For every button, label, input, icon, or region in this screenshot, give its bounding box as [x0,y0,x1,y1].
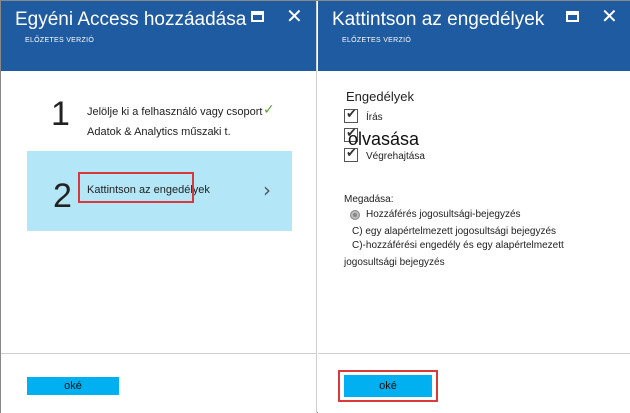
blade-subtitle: ELŐZETES VERZIÓ [25,37,95,44]
checkmark-icon: ✓ [263,101,275,117]
maximize-icon[interactable] [248,7,268,27]
blade-footer: oké [1,353,316,413]
option-access-and-default-cont: jogosultsági bejegyzés [344,257,445,268]
screenshot-frame: Egyéni Access hozzáadása ELŐZETES VERZIÓ… [0,0,630,413]
blade-add-custom-access: Egyéni Access hozzáadása ELŐZETES VERZIÓ… [1,1,317,413]
check-icon: ✔ [346,146,357,161]
step1-line1: Jelölje ki a felhasználó vagy csoport [87,106,263,118]
checkbox-execute-label: Végrehajtása [366,151,425,162]
checkbox-execute[interactable]: ✔ [344,146,358,162]
grant-title: Megadása: [344,194,394,205]
step1-line2: Adatok & Analytics műszaki t. [87,126,231,138]
step-select-permissions[interactable]: 2 Kattintson az engedélyek › [27,151,292,231]
step-number-1: 1 [51,95,70,133]
ok-button[interactable]: oké [27,377,119,395]
blade-header: Egyéni Access hozzáadása ELŐZETES VERZIÓ… [1,1,316,71]
radio-access-acl[interactable] [350,210,360,220]
chevron-right-icon: › [263,178,271,202]
option-access-acl[interactable]: Hozzáférés jogosultsági-bejegyzés [366,209,521,220]
highlight-box [78,172,194,203]
blade-title: Kattintson az engedélyek [332,9,545,30]
checkbox-write-label: Írás [366,112,383,123]
step-select-user-group[interactable]: Jelölje ki a felhasználó vagy csoport Ad… [87,102,287,142]
checkbox-read-label: olvasása [348,129,420,149]
close-icon[interactable]: ✕ [284,6,304,27]
blade-header: Kattintson az engedélyek ELŐZETES VERZIÓ… [318,1,630,71]
blade-footer: oké [318,353,630,413]
close-icon[interactable]: ✕ [599,6,619,27]
check-icon: ✔ [346,107,357,122]
checkbox-write[interactable]: ✔ [344,107,358,123]
blade-select-permissions: Kattintson az engedélyek ELŐZETES VERZIÓ… [318,1,630,413]
ok-button[interactable]: oké [344,375,432,397]
option-default-acl[interactable]: C) egy alapértelmezett jogosultsági beje… [352,226,556,237]
permissions-heading: Engedélyek [346,89,414,104]
blade-subtitle: ELŐZETES VERZIÓ [342,37,412,44]
blade-title: Egyéni Access hozzáadása [15,9,247,30]
step-number-2: 2 [53,177,72,215]
maximize-icon[interactable] [563,7,583,27]
option-access-and-default[interactable]: C)-hozzáférési engedély és egy alapértel… [352,240,564,251]
